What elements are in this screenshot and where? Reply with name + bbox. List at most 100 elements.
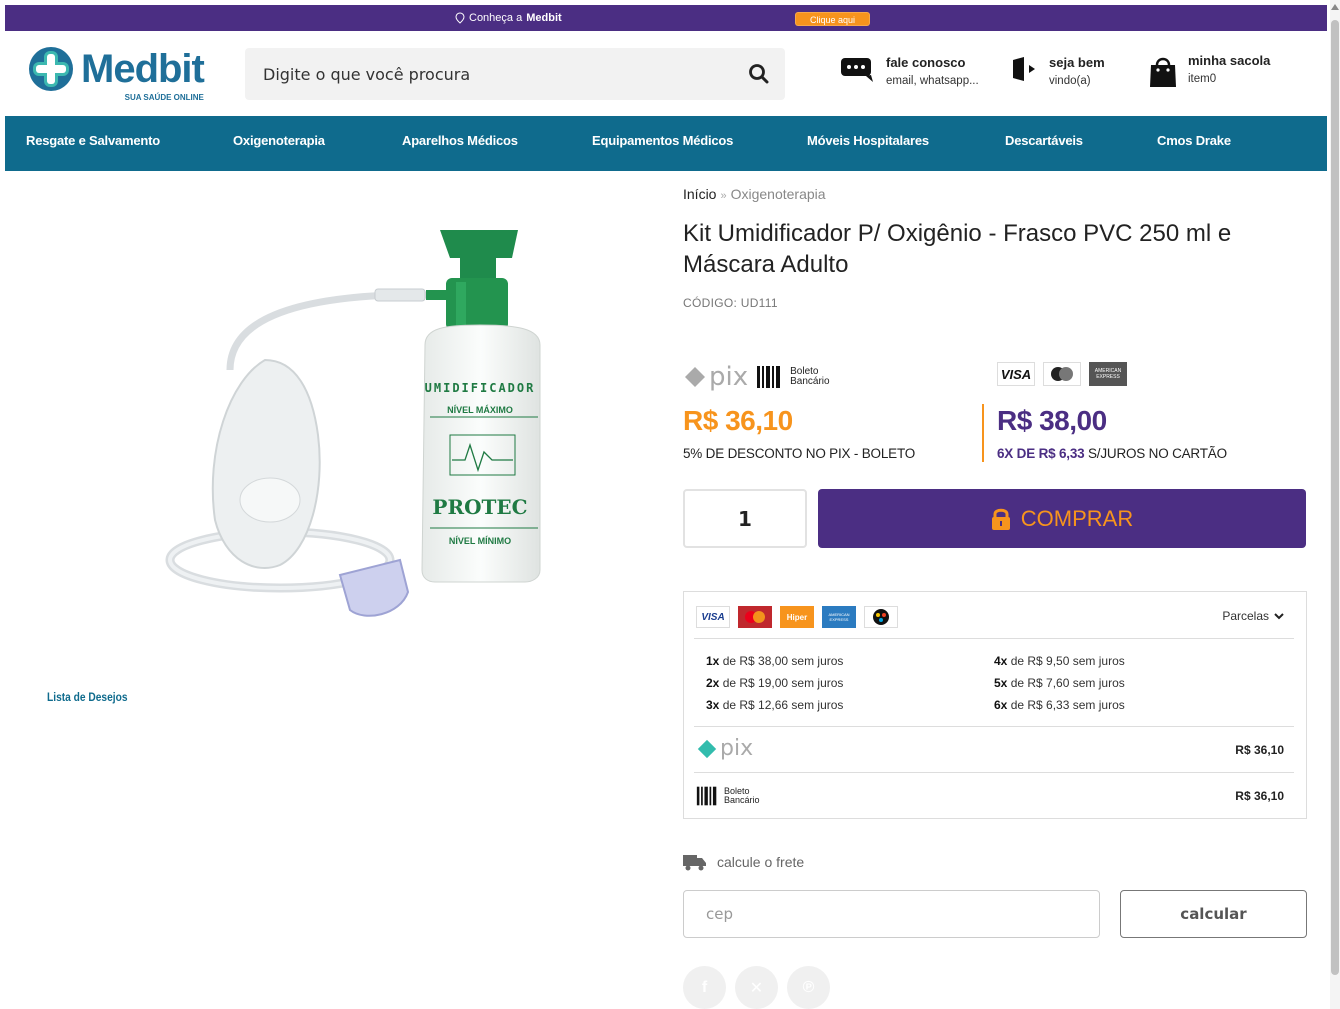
account-subtitle: vindo(a) (1049, 75, 1091, 87)
breadcrumb-separator: » (720, 190, 727, 202)
amex-icon: AMERICAN EXPRESS (822, 606, 856, 628)
breadcrumb-current[interactable]: Oxigenoterapia (731, 186, 826, 202)
installment-1x: 1x de R$ 38,00 sem juros (706, 654, 844, 668)
chevron-down-icon (1274, 613, 1284, 620)
divider (694, 726, 1294, 727)
nav-item-resgate[interactable]: Resgate e Salvamento (26, 133, 160, 148)
installment-6x: 6x de R$ 6,33 sem juros (994, 698, 1125, 712)
shipping-label: calcule o frete (717, 854, 805, 870)
announcement[interactable]: Conheça a Medbit (455, 12, 562, 24)
medbit-cross-logo-icon (29, 47, 73, 91)
pix-label: pix (709, 362, 749, 392)
cep-input[interactable] (683, 890, 1100, 938)
product-code: CÓDIGO: UD111 (683, 296, 778, 310)
logo-tagline: SUA SAÚDE ONLINE (124, 93, 204, 102)
site-header: Medbit SUA SAÚDE ONLINE fale conosco ema… (5, 31, 1327, 116)
boleto-row-value: R$ 36,10 (1235, 789, 1284, 803)
pinterest-share-icon[interactable]: ℗ (787, 966, 830, 1009)
installments-box: VISA Hiper AMERICAN EXPRESS Parcelas 1x … (683, 591, 1307, 819)
buy-button[interactable]: COMPRAR (818, 489, 1306, 548)
boleto-label-2: Bancário (790, 376, 830, 387)
nav-item-equipamentos[interactable]: Equipamentos Médicos (592, 133, 733, 148)
search-icon[interactable] (747, 62, 771, 86)
logo-name: Medbit (81, 47, 205, 91)
price-pix: R$ 36,10 (683, 405, 793, 436)
quantity-input[interactable] (683, 489, 807, 548)
category-nav: Resgate e Salvamento Oxigenoterapia Apar… (5, 116, 1327, 171)
price-card-note: 6X DE R$ 6,33 S/JUROS NO CARTÃO (997, 446, 1227, 461)
installment-2x: 2x de R$ 19,00 sem juros (706, 676, 844, 690)
installment-5x: 5x de R$ 7,60 sem juros (994, 676, 1125, 690)
installments-card-brands: VISA Hiper AMERICAN EXPRESS (696, 606, 898, 628)
scrollbar-thumb[interactable] (1331, 20, 1339, 975)
product-title: Kit Umidificador P/ Oxigênio - Frasco PV… (683, 220, 1232, 278)
page-scrollbar[interactable] (1330, 0, 1340, 1009)
pix-boleto-logos: pix Boleto Bancário (683, 362, 830, 392)
bottle-label-protec: PROTEC (432, 495, 527, 519)
contact-link[interactable]: fale conosco email, whatsapp... (840, 55, 979, 87)
product-image[interactable]: UMIDIFICADOR NÍVEL MÁXIMO PROTEC NÍVEL M… (160, 220, 560, 640)
price-card: R$ 38,00 (997, 405, 1107, 436)
bottle-label-max: NÍVEL MÁXIMO (447, 405, 513, 415)
divider (694, 638, 1294, 639)
login-door-icon (1013, 57, 1035, 81)
account-link[interactable]: seja bem vindo(a) (1011, 55, 1105, 87)
breadcrumb-home[interactable]: Início (683, 186, 716, 202)
price-divider (982, 404, 984, 462)
installment-3x: 3x de R$ 12,66 sem juros (706, 698, 844, 712)
buy-button-label: COMPRAR (1020, 505, 1134, 531)
top-announcement-bar: Conheça a Medbit Clique aqui (5, 5, 1327, 31)
wishlist-link[interactable]: Lista de Desejos (47, 690, 128, 704)
search-input[interactable] (245, 48, 715, 100)
card-logos: VISA AMERICAN EXPRESS (997, 362, 1127, 386)
amex-logo-icon: AMERICAN EXPRESS (1089, 362, 1127, 386)
pix-row-value: R$ 36,10 (1235, 743, 1284, 757)
shopping-bag-icon (1150, 57, 1176, 87)
installments-toggle[interactable]: Parcelas (1222, 609, 1284, 623)
nav-item-oxigenoterapia[interactable]: Oxigenoterapia (233, 133, 325, 148)
bottle-label-min: NÍVEL MÍNIMO (449, 536, 511, 546)
price-card-note-rest: S/JUROS NO CARTÃO (1084, 446, 1227, 461)
breadcrumb: Início » Oxigenoterapia (683, 186, 826, 202)
installment-4x: 4x de R$ 9,50 sem juros (994, 654, 1125, 668)
truck-icon (683, 855, 706, 871)
boleto-row-logo: Boleto Bancário (696, 785, 760, 807)
bottle-label-umidificador: UMIDIFICADOR (425, 381, 536, 395)
nav-item-descartaveis[interactable]: Descartáveis (1005, 133, 1083, 148)
visa-logo-icon: VISA (997, 362, 1035, 386)
nav-item-moveis[interactable]: Móveis Hospitalares (807, 133, 929, 148)
price-pix-note: 5% DE DESCONTO NO PIX - BOLETO (683, 446, 916, 461)
nav-item-aparelhos[interactable]: Aparelhos Médicos (402, 133, 518, 148)
elo-icon (864, 606, 898, 628)
shopping-bag-link[interactable]: minha sacola item0 (1148, 53, 1270, 89)
chat-icon (841, 58, 873, 82)
hipercard-icon: Hiper (780, 606, 814, 628)
pix-icon (697, 739, 717, 759)
pix-row-logo: pix (696, 738, 753, 760)
calculate-shipping-button[interactable]: calcular (1120, 890, 1307, 938)
bag-title: minha sacola (1188, 53, 1271, 68)
scroll-up-arrow-icon[interactable] (1331, 4, 1339, 10)
price-card-note-installments: 6X DE R$ 6,33 (997, 446, 1085, 461)
x-share-icon[interactable]: ✕ (735, 966, 778, 1009)
nav-item-cmos-drake[interactable]: Cmos Drake (1157, 133, 1231, 148)
mastercard-logo-icon (1043, 362, 1081, 386)
divider (694, 772, 1294, 773)
facebook-share-icon[interactable]: f (683, 966, 726, 1009)
bag-subtitle: item0 (1188, 73, 1217, 85)
location-pin-icon (455, 12, 465, 24)
contact-title: fale conosco (886, 55, 966, 70)
pix-diamond-icon (685, 367, 705, 387)
mastercard-icon (738, 606, 772, 628)
account-title: seja bem (1049, 55, 1105, 70)
barcode-icon (696, 786, 717, 806)
announcement-prefix: Conheça a (469, 12, 523, 24)
announcement-brand: Medbit (526, 12, 562, 24)
medbit-logo[interactable]: Medbit SUA SAÚDE ONLINE (27, 45, 205, 102)
shipping-calc-label: calcule o frete (683, 853, 804, 871)
visa-icon: VISA (696, 606, 730, 628)
installments-toggle-label: Parcelas (1222, 609, 1269, 623)
lock-icon (991, 508, 1010, 530)
click-here-button[interactable]: Clique aqui (795, 12, 871, 26)
search-bar (245, 48, 785, 100)
